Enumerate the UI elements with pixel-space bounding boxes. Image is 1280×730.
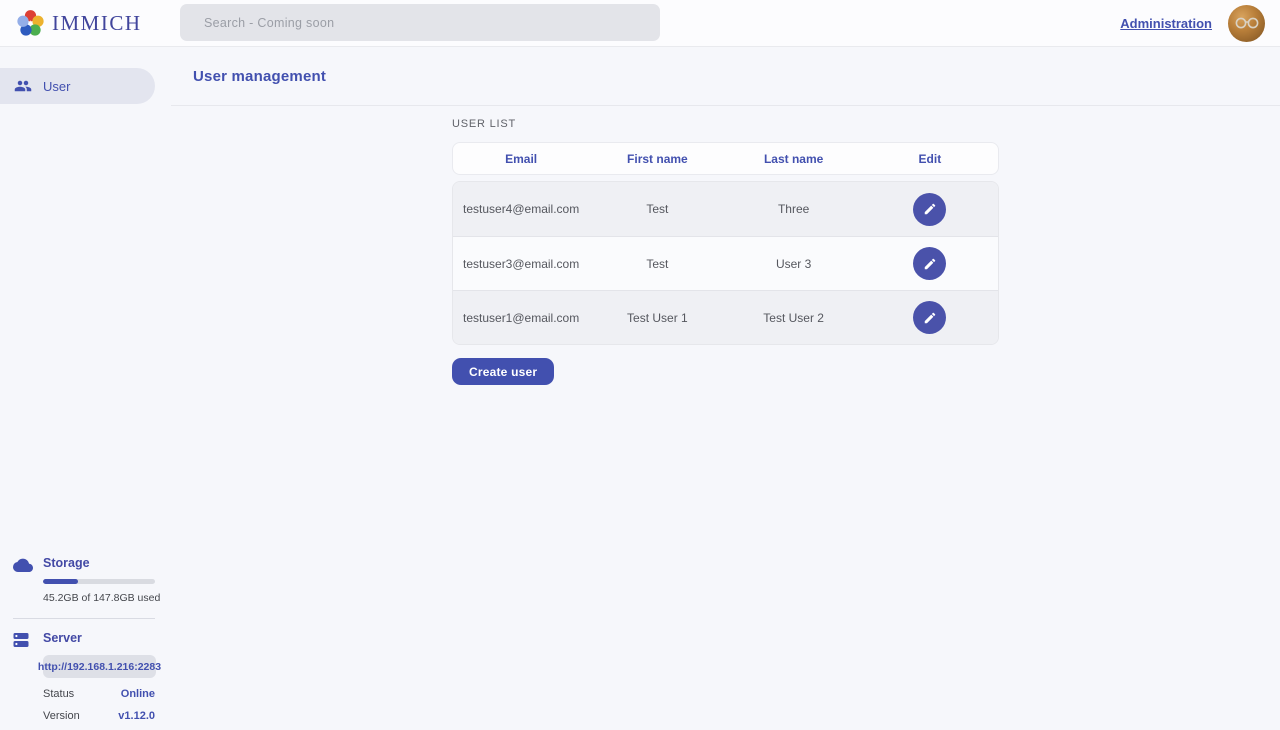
- table-row: testuser3@email.com Test User 3: [453, 236, 998, 290]
- search-bar[interactable]: [180, 4, 660, 41]
- user-list-label: USER LIST: [452, 118, 999, 130]
- avatar-glasses-decoration: [1234, 17, 1260, 29]
- table-header-row: Email First name Last name Edit: [452, 142, 999, 175]
- status-value: Online: [121, 688, 155, 700]
- server-section: Server http://192.168.1.216:2283 Status …: [0, 631, 171, 722]
- main-content: User management USER LIST Email First na…: [171, 47, 1280, 730]
- col-header-edit: Edit: [862, 152, 998, 166]
- user-table-body: testuser4@email.com Test Three testuser3…: [452, 181, 999, 345]
- cell-last-name: Three: [726, 202, 862, 216]
- cell-email: testuser1@email.com: [453, 311, 589, 325]
- cell-first-name: Test: [589, 202, 725, 216]
- storage-progress-fill: [43, 579, 78, 584]
- cell-first-name: Test User 1: [589, 311, 725, 325]
- col-header-first-name: First name: [589, 152, 725, 166]
- version-value: v1.12.0: [118, 710, 155, 722]
- cloud-icon: [13, 557, 33, 577]
- edit-user-button[interactable]: [913, 301, 946, 334]
- cell-last-name: Test User 2: [726, 311, 862, 325]
- main-title-bar: User management: [171, 47, 1280, 106]
- page-title: User management: [193, 68, 326, 85]
- cell-last-name: User 3: [726, 257, 862, 271]
- storage-usage-text: 45.2GB of 147.8GB used: [43, 592, 171, 604]
- brand-name: IMMICH: [52, 11, 142, 36]
- version-label: Version: [43, 710, 80, 722]
- storage-section: Storage 45.2GB of 147.8GB used: [0, 556, 171, 604]
- sidebar-item-user[interactable]: User: [0, 68, 155, 104]
- server-version-row: Version v1.12.0: [43, 710, 155, 722]
- user-avatar[interactable]: [1228, 5, 1265, 42]
- cell-first-name: Test: [589, 257, 725, 271]
- sidebar-bottom: Storage 45.2GB of 147.8GB used Server ht…: [0, 556, 171, 722]
- flower-logo-icon: [16, 9, 45, 38]
- edit-user-button[interactable]: [913, 193, 946, 226]
- server-icon: [13, 632, 29, 653]
- top-bar: IMMICH Administration: [0, 0, 1280, 47]
- cell-email: testuser4@email.com: [453, 202, 589, 216]
- edit-user-button[interactable]: [913, 247, 946, 280]
- search-input[interactable]: [204, 16, 624, 30]
- topbar-right: Administration: [1120, 5, 1280, 42]
- table-row: testuser4@email.com Test Three: [453, 182, 998, 236]
- pencil-icon: [923, 311, 937, 325]
- administration-link[interactable]: Administration: [1120, 16, 1212, 31]
- status-label: Status: [43, 688, 74, 700]
- pencil-icon: [923, 202, 937, 216]
- sidebar: User Storage 45.2GB of 147.8GB used: [0, 47, 171, 730]
- col-header-last-name: Last name: [726, 152, 862, 166]
- users-icon: [14, 77, 32, 95]
- user-list-panel: USER LIST Email First name Last name Edi…: [452, 118, 999, 385]
- col-header-email: Email: [453, 152, 589, 166]
- storage-progress-bar: [43, 579, 155, 584]
- storage-title: Storage: [43, 556, 171, 570]
- pencil-icon: [923, 257, 937, 271]
- cell-email: testuser3@email.com: [453, 257, 589, 271]
- server-status-row: Status Online: [43, 688, 155, 700]
- create-user-button[interactable]: Create user: [452, 358, 554, 385]
- sidebar-item-user-label: User: [43, 79, 70, 94]
- table-row: testuser1@email.com Test User 1 Test Use…: [453, 290, 998, 344]
- server-url-badge: http://192.168.1.216:2283: [43, 655, 156, 678]
- server-title: Server: [43, 631, 171, 645]
- sidebar-divider: [13, 618, 155, 619]
- immich-logo[interactable]: IMMICH: [0, 9, 142, 38]
